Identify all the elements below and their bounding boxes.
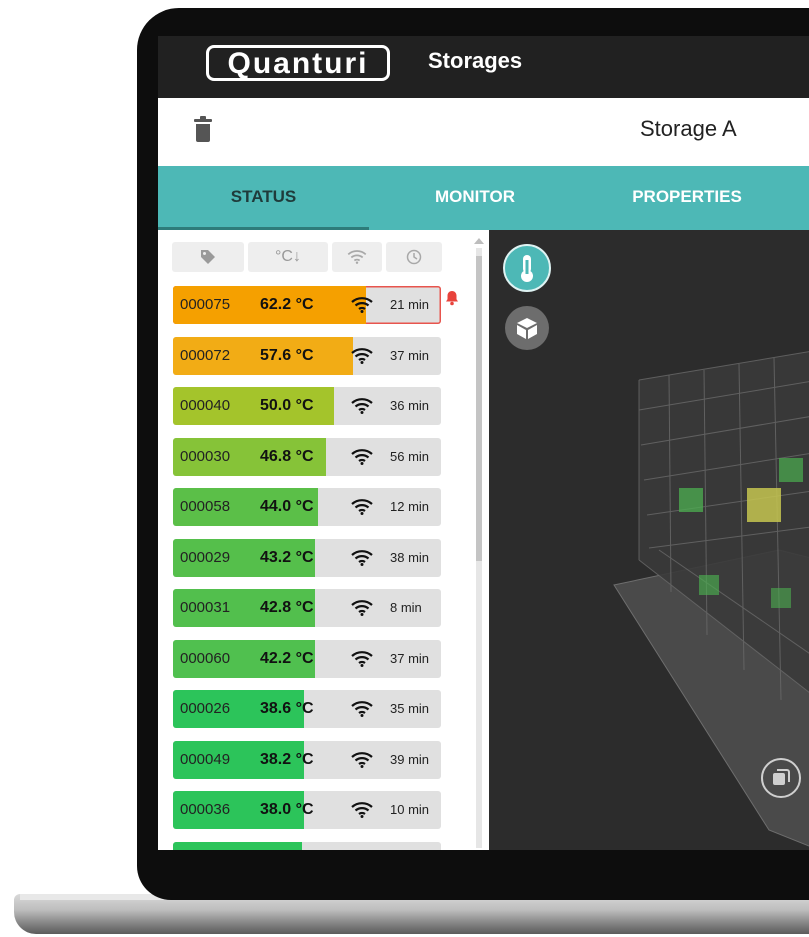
top-bar: Quanturi Storages bbox=[158, 36, 809, 98]
sensor-row[interactable]: 000029 43.2 °C 38 min bbox=[173, 538, 441, 577]
tag-icon bbox=[201, 250, 215, 264]
storage-3d-viewer[interactable] bbox=[489, 230, 809, 850]
sensor-id: 000036 bbox=[180, 801, 231, 818]
app-title: Storages bbox=[428, 48, 523, 73]
clock-icon bbox=[406, 249, 422, 265]
sensor-last-seen: 37 min bbox=[390, 347, 430, 363]
filter-signal[interactable] bbox=[332, 242, 382, 272]
thermometer-icon bbox=[521, 255, 533, 282]
wifi-icon bbox=[351, 297, 373, 313]
sensor-row[interactable] bbox=[173, 841, 441, 850]
sensor-temperature: 38.0 °C bbox=[260, 801, 314, 818]
cube-view-button[interactable] bbox=[505, 306, 549, 350]
tab-monitor[interactable]: MONITOR bbox=[369, 166, 581, 230]
sensor-last-seen: 8 min bbox=[390, 600, 422, 615]
wifi-icon bbox=[351, 398, 373, 414]
sensor-last-seen: 38 min bbox=[390, 549, 430, 565]
sensor-last-seen: 35 min bbox=[390, 701, 430, 716]
sensor-temperature: 38.2 °C bbox=[260, 750, 314, 768]
sensor-row[interactable]: 000031 42.8 °C 8 min bbox=[173, 589, 441, 627]
sensor-temperature: 42.8 °C bbox=[260, 599, 314, 616]
sensor-temperature: 42.2 °C bbox=[260, 649, 314, 667]
wifi-icon bbox=[351, 802, 373, 818]
sensor-temperature: 62.2 °C bbox=[260, 296, 314, 313]
sensor-last-seen: 10 min bbox=[390, 802, 430, 817]
storage-name: Storage A bbox=[640, 116, 737, 141]
wifi-icon bbox=[351, 549, 373, 566]
layers-button[interactable] bbox=[761, 758, 801, 798]
sensor-id: 000031 bbox=[180, 599, 231, 616]
sensor-temperature: 44.0 °C bbox=[260, 498, 314, 515]
sensor-row[interactable]: 000072 57.6 °C 37 min bbox=[173, 336, 441, 375]
wifi-icon bbox=[351, 751, 373, 768]
sensor-id: 000030 bbox=[180, 447, 231, 465]
wifi-icon bbox=[351, 600, 373, 616]
wifi-icon bbox=[351, 701, 373, 717]
sensor-temperature: 50.0 °C bbox=[260, 397, 314, 414]
wifi-icon bbox=[351, 347, 373, 364]
scroll-up-arrow[interactable] bbox=[474, 238, 484, 244]
scroll-thumb[interactable] bbox=[476, 256, 482, 561]
sensor-last-seen: 12 min bbox=[390, 499, 430, 514]
wifi-icon bbox=[347, 250, 367, 264]
layers-icon bbox=[773, 769, 790, 785]
filter-time[interactable] bbox=[386, 242, 442, 272]
tab-bar: STATUS MONITOR PROPERTIES bbox=[158, 166, 809, 230]
sensor-row[interactable]: 000036 38.0 °C 10 min bbox=[173, 791, 441, 829]
sensor-row[interactable]: 000060 42.2 °C 37 min bbox=[173, 639, 441, 678]
sensor-row[interactable]: 000075 62.2 °C 21 min bbox=[173, 286, 441, 324]
sensor-id: 000075 bbox=[180, 296, 231, 313]
sensor-temperature: 46.8 °C bbox=[260, 447, 314, 465]
filter-id[interactable] bbox=[172, 242, 244, 272]
thermometer-view-button[interactable] bbox=[503, 244, 551, 292]
app-screen: Quanturi Storages Storage A STATUS MONIT… bbox=[158, 36, 809, 850]
tab-properties[interactable]: PROPERTIES bbox=[581, 166, 793, 230]
sensor-last-seen: 39 min bbox=[390, 751, 430, 767]
sensor-list-panel: °C↓ 000075 62.2 °C 21 min 000072 57.6 °C 37 m… bbox=[158, 230, 489, 850]
sensor-temperature: 38.6 °C bbox=[260, 700, 314, 717]
trash-icon[interactable] bbox=[194, 116, 212, 143]
cube-icon bbox=[517, 318, 537, 339]
laptop-base bbox=[14, 894, 809, 934]
sensor-id: 000060 bbox=[180, 649, 231, 667]
sensor-row[interactable]: 000026 38.6 °C 35 min bbox=[173, 690, 441, 728]
sensor-id: 000072 bbox=[180, 346, 231, 364]
sensor-last-seen: 36 min bbox=[390, 398, 430, 413]
scrollbar[interactable] bbox=[468, 236, 486, 850]
sensor-last-seen: 56 min bbox=[390, 448, 430, 464]
bell-icon[interactable] bbox=[445, 290, 459, 306]
sensor-id: 000026 bbox=[180, 700, 231, 717]
sensor-id: 000040 bbox=[180, 397, 231, 414]
wifi-icon bbox=[351, 499, 373, 515]
sensor-id: 000058 bbox=[180, 498, 231, 515]
sensor-last-seen: 21 min bbox=[390, 297, 430, 312]
quanturi-logo[interactable]: Quanturi bbox=[206, 45, 390, 81]
sensor-row[interactable]: 000049 38.2 °C 39 min bbox=[173, 740, 441, 779]
sensor-row[interactable]: 000040 50.0 °C 36 min bbox=[173, 387, 441, 425]
sensor-temperature: 57.6 °C bbox=[260, 346, 314, 364]
filter-temp-sort[interactable]: °C↓ bbox=[248, 242, 328, 272]
tab-status[interactable]: STATUS bbox=[158, 166, 369, 230]
sensor-id: 000049 bbox=[180, 750, 231, 768]
sensor-id: 000029 bbox=[180, 548, 231, 566]
storage-header: Storage A bbox=[158, 98, 809, 166]
sensor-last-seen: 37 min bbox=[390, 650, 430, 666]
sensor-row[interactable]: 000030 46.8 °C 56 min bbox=[173, 437, 441, 476]
wifi-icon bbox=[351, 650, 373, 667]
sensor-row[interactable]: 000058 44.0 °C 12 min bbox=[173, 488, 441, 526]
wifi-icon bbox=[351, 448, 373, 465]
temperature-bar bbox=[173, 841, 302, 850]
sensor-temperature: 43.2 °C bbox=[260, 548, 314, 566]
